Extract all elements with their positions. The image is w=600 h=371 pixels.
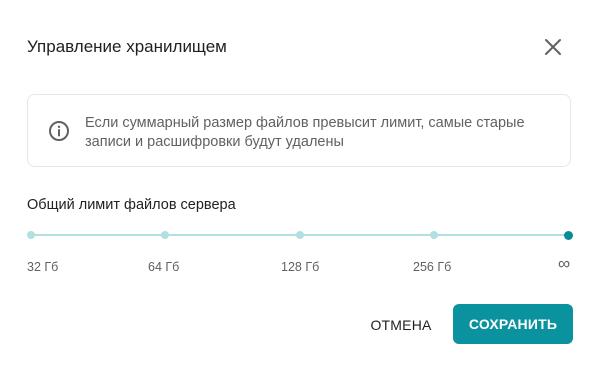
slider-stop-32[interactable] (27, 231, 35, 239)
slider-stop-128[interactable] (296, 231, 304, 239)
info-banner: Если суммарный размер файлов превысит ли… (27, 94, 571, 167)
slider-stop-256[interactable] (430, 231, 438, 239)
slider-handle[interactable] (564, 231, 573, 240)
slider-label: Общий лимит файлов сервера (27, 197, 236, 213)
dialog-title: Управление хранилищем (27, 37, 227, 56)
storage-dialog: Управление хранилищем Если суммарный раз… (0, 0, 600, 371)
tick-label-64: 64 Гб (148, 260, 180, 274)
tick-label-256: 256 Гб (413, 260, 452, 274)
close-button[interactable] (540, 34, 566, 60)
tick-label-128: 128 Гб (281, 260, 320, 274)
close-icon (545, 39, 561, 55)
tick-label-infinity: ∞ (558, 254, 571, 273)
info-icon (49, 121, 69, 141)
info-text: Если суммарный размер файлов превысит ли… (85, 115, 525, 150)
save-button[interactable]: СОХРАНИТЬ (453, 304, 573, 344)
tick-label-32: 32 Гб (27, 260, 59, 274)
slider-stop-64[interactable] (161, 231, 169, 239)
cancel-button[interactable]: ОТМЕНА (363, 305, 439, 345)
